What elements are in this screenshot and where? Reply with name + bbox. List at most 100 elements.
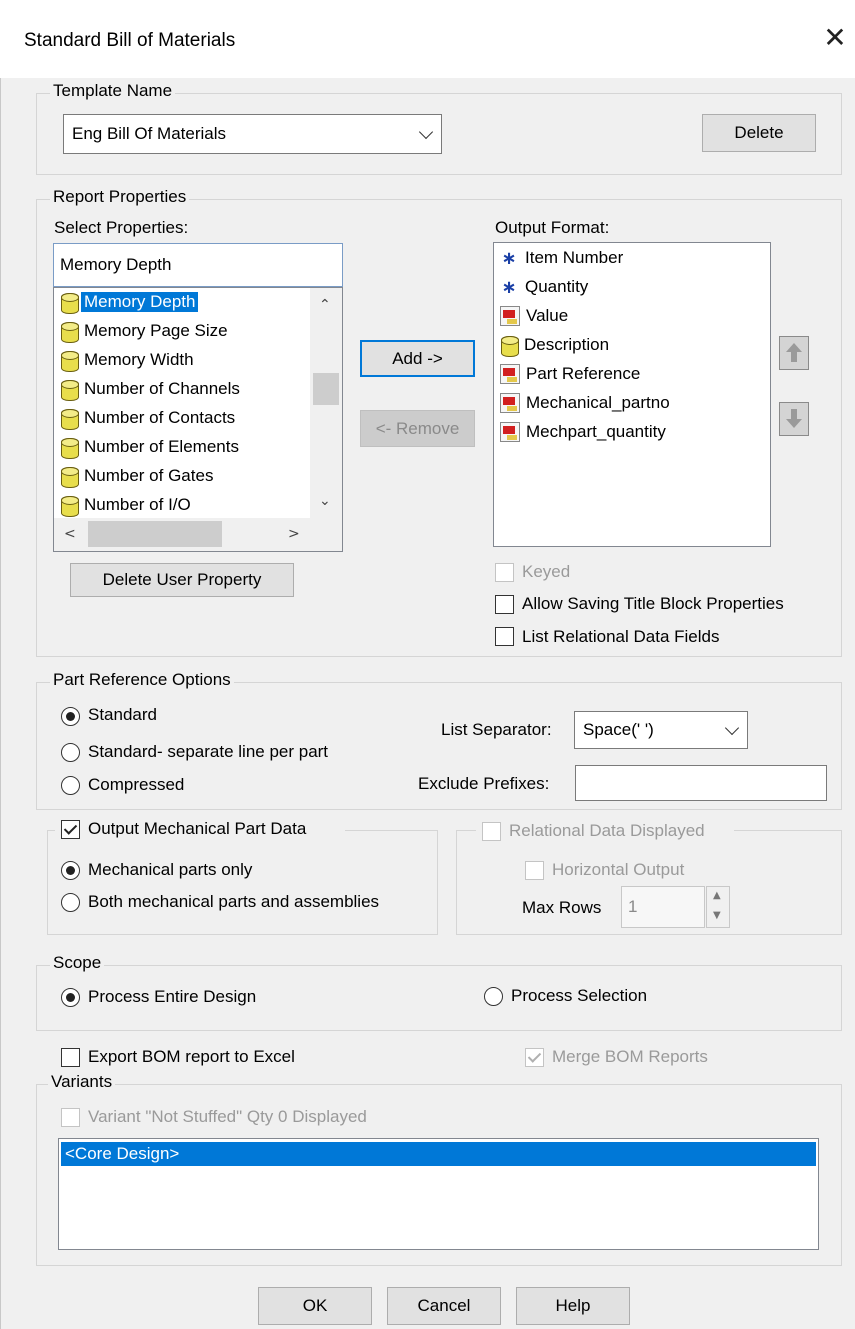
property-list-item-label: Memory Width [84, 350, 194, 369]
mechanical-part-data-group [47, 830, 438, 935]
keyed-label: Keyed [522, 562, 571, 581]
part-reference-options-legend: Part Reference Options [50, 670, 234, 690]
variant-list-item[interactable]: <Core Design> [61, 1142, 816, 1166]
exclude-prefixes-input[interactable] [575, 765, 827, 801]
mechanical-parts-only-label: Mechanical parts only [88, 860, 253, 879]
spin-down-icon[interactable]: ▼ [713, 911, 721, 921]
scroll-left-icon[interactable]: < [64, 527, 76, 541]
max-rows-input[interactable]: 1 [621, 886, 705, 928]
part-property-icon [500, 364, 520, 384]
standard-separate-line-radio[interactable] [61, 743, 80, 762]
scroll-down-icon[interactable]: ⌄ [319, 494, 331, 508]
merge-bom-reports-label: Merge BOM Reports [552, 1047, 708, 1066]
compressed-radio[interactable] [61, 776, 80, 795]
property-list-item-label: Number of Gates [84, 466, 214, 485]
process-entire-design-radio[interactable] [61, 988, 80, 1007]
output-format-item[interactable]: ∗ Item Number [500, 244, 626, 272]
add-button[interactable]: Add -> [360, 340, 475, 377]
property-list-item[interactable]: Number of Contacts [60, 404, 238, 432]
horizontal-output-checkbox[interactable] [525, 861, 544, 880]
standard-label: Standard [88, 705, 157, 724]
output-format-item[interactable]: Value [500, 302, 571, 330]
list-separator-dropdown[interactable]: Space(' ') [574, 711, 748, 749]
part-property-icon [500, 422, 520, 442]
select-properties-label: Select Properties: [54, 218, 189, 237]
process-entire-design-label: Process Entire Design [88, 987, 257, 1006]
exclude-prefixes-label: Exclude Prefixes: [418, 774, 550, 793]
move-down-button[interactable] [779, 402, 809, 436]
property-list-item[interactable]: Number of I/O [60, 491, 194, 519]
property-list-item[interactable]: Number of Elements [60, 433, 242, 461]
process-selection-label: Process Selection [511, 986, 648, 1005]
list-relational-data-label: List Relational Data Fields [522, 627, 720, 646]
database-icon [60, 436, 79, 459]
mechanical-parts-only-radio[interactable] [61, 861, 80, 880]
property-list-item[interactable]: Memory Page Size [60, 317, 231, 345]
scroll-up-icon[interactable]: ⌃ [319, 298, 331, 312]
output-mechanical-part-data-checkbox[interactable] [61, 820, 80, 839]
select-properties-input[interactable]: Memory Depth [53, 243, 343, 287]
delete-user-property-button[interactable]: Delete User Property [70, 563, 294, 597]
keyed-checkbox[interactable] [495, 563, 514, 582]
output-format-item[interactable]: ∗ Quantity [500, 273, 591, 301]
part-property-icon [500, 393, 520, 413]
output-format-listbox[interactable]: ∗ Item Number ∗ Quantity Value Description Par… [493, 242, 771, 547]
properties-horizontal-scrollbar[interactable]: < > [54, 518, 342, 551]
ok-button[interactable]: OK [258, 1287, 372, 1325]
properties-vertical-scrollbar[interactable]: ⌃ ⌄ [310, 288, 342, 518]
help-button[interactable]: Help [516, 1287, 630, 1325]
remove-button[interactable]: <- Remove [360, 410, 475, 447]
list-separator-value: Space(' ') [583, 720, 654, 739]
close-icon[interactable]: ✕ [820, 24, 850, 54]
horizontal-scroll-thumb[interactable] [88, 521, 222, 547]
variants-listbox[interactable]: <Core Design> [58, 1138, 819, 1250]
property-list-item[interactable]: Memory Width [60, 346, 197, 374]
standard-radio[interactable] [61, 707, 80, 726]
relational-data-displayed-label: Relational Data Displayed [509, 821, 705, 840]
export-bom-excel-checkbox[interactable] [61, 1048, 80, 1067]
property-list-item-label: Number of Contacts [84, 408, 236, 427]
output-format-item[interactable]: Description [500, 331, 612, 359]
property-list-item-label: Number of Channels [84, 379, 240, 398]
allow-saving-title-block-checkbox[interactable] [495, 595, 514, 614]
output-format-item[interactable]: Mechpart_quantity [500, 418, 669, 446]
property-list-item[interactable]: Number of Gates [60, 462, 216, 490]
variant-not-stuffed-label: Variant "Not Stuffed" Qty 0 Displayed [88, 1107, 367, 1126]
variant-not-stuffed-checkbox[interactable] [61, 1108, 80, 1127]
property-list-item-label: Memory Depth [81, 292, 199, 312]
horizontal-output-label: Horizontal Output [552, 860, 685, 879]
variant-list-item-label: <Core Design> [65, 1144, 180, 1163]
property-list-item-label: Number of Elements [84, 437, 239, 456]
output-format-item-label: Item Number [525, 248, 624, 267]
merge-bom-reports-checkbox[interactable] [525, 1048, 544, 1067]
move-up-button[interactable] [779, 336, 809, 370]
relational-data-displayed-checkbox[interactable] [482, 822, 501, 841]
property-list-item[interactable]: Number of Channels [60, 375, 243, 403]
database-icon [60, 465, 79, 488]
process-selection-radio[interactable] [484, 987, 503, 1006]
scope-legend: Scope [50, 953, 105, 973]
compressed-label: Compressed [88, 775, 185, 794]
list-relational-data-checkbox[interactable] [495, 627, 514, 646]
output-format-item[interactable]: Mechanical_partno [500, 389, 673, 417]
max-rows-value: 1 [628, 897, 638, 916]
title-bar: Standard Bill of Materials ✕ [0, 0, 855, 78]
max-rows-spinner[interactable]: ▲ ▼ [706, 886, 730, 928]
spin-up-icon[interactable]: ▲ [713, 891, 721, 901]
template-name-dropdown[interactable]: Eng Bill Of Materials [63, 114, 442, 154]
database-icon [60, 378, 79, 401]
cancel-button[interactable]: Cancel [387, 1287, 501, 1325]
max-rows-label: Max Rows [522, 898, 602, 917]
output-format-item[interactable]: Part Reference [500, 360, 643, 388]
property-list-item[interactable]: Memory Depth [60, 288, 199, 316]
asterisk-icon: ∗ [501, 276, 517, 298]
delete-template-button[interactable]: Delete [702, 114, 816, 152]
database-icon [60, 494, 79, 517]
scroll-right-icon[interactable]: > [288, 527, 300, 541]
vertical-scroll-thumb[interactable] [313, 373, 339, 405]
output-mechanical-part-data-label: Output Mechanical Part Data [88, 819, 307, 838]
properties-listbox[interactable]: Memory Depth Memory Page Size Memory Width… [53, 287, 343, 552]
both-mechanical-parts-and-assemblies-radio[interactable] [61, 893, 80, 912]
output-format-item-label: Mechanical_partno [526, 393, 670, 412]
output-format-item-label: Mechpart_quantity [526, 422, 666, 441]
